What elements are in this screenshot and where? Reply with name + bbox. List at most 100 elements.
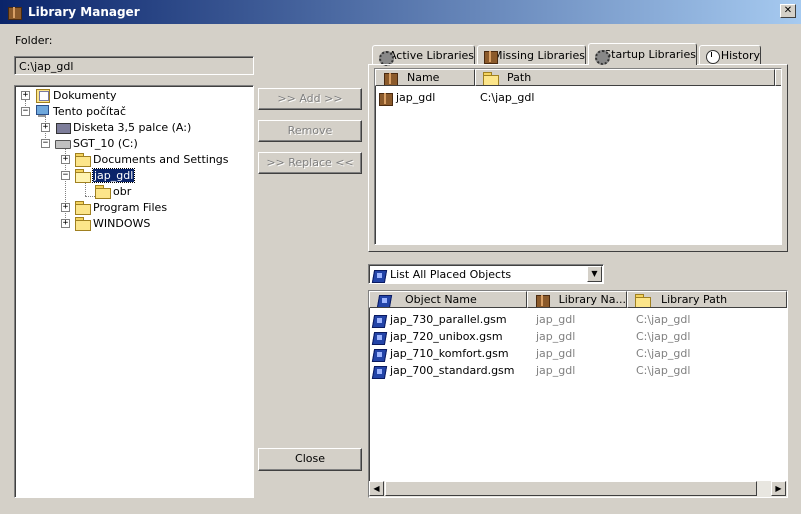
tree-item-computer[interactable]: − Tento počítač [21,103,126,119]
gear-icon [377,49,394,66]
computer-icon [34,104,50,118]
libraries-list[interactable]: Name Path jap_gdl C:\jap_gdl [374,68,782,245]
folder-icon [74,152,91,167]
folder-field[interactable]: C:\jap_gdl [14,56,254,75]
remove-button[interactable]: Remove [258,120,362,142]
expand-icon[interactable]: + [61,218,70,228]
gear-icon [593,48,611,65]
tree-item-documents-settings[interactable]: + Documents and Settings [61,151,229,167]
chevron-down-icon[interactable]: ▼ [587,266,602,282]
header-label: Path [507,71,532,84]
tab-label: Missing Libraries [492,49,585,62]
object-icon [376,293,392,307]
add-button[interactable]: >> Add >> [258,88,362,110]
object-name: jap_730_parallel.gsm [390,313,507,326]
folder-icon [94,184,111,199]
header-label: Object Name [405,293,477,306]
object-icon [371,364,387,378]
tab-startup-libraries[interactable]: Startup Libraries [588,43,697,65]
column-header-path[interactable]: Path [475,69,775,86]
tree-item-label: obr [113,184,132,198]
library-name: jap_gdl [396,91,436,104]
tree-item-windows[interactable]: + WINDOWS [61,215,150,231]
object-icon [371,330,387,344]
object-filter-select[interactable]: List All Placed Objects ▼ [368,264,604,284]
window-title: Library Manager [28,5,140,19]
header-label: Name [407,71,440,84]
expand-icon[interactable]: + [21,90,30,100]
collapse-icon[interactable]: − [21,106,30,116]
header-label: Library Path [661,293,728,306]
tree-item-dokumenty[interactable]: + Dokumenty [21,87,116,103]
object-icon [371,347,387,361]
app-icon [6,5,22,20]
tree-item-obr[interactable]: obr [94,183,131,199]
object-library: jap_gdl [536,347,576,360]
folder-icon [74,200,91,215]
object-row[interactable]: jap_700_standard.gsm jap_gdl C:\jap_gdl [371,362,690,379]
object-row[interactable]: jap_720_unibox.gsm jap_gdl C:\jap_gdl [371,328,690,345]
library-box-icon [377,91,393,106]
object-row[interactable]: jap_730_parallel.gsm jap_gdl C:\jap_gdl [371,311,690,328]
folder-icon [74,216,91,231]
expand-icon[interactable]: + [41,122,50,132]
tab-history[interactable]: History [699,45,761,65]
objects-list[interactable]: Object Name Library Na... Library Path j… [368,290,788,498]
close-button[interactable]: Close [258,448,362,471]
column-header-name[interactable]: Name [375,69,475,86]
tree-item-drive-c[interactable]: − SGT_10 (C:) [41,135,138,151]
library-box-icon [534,293,550,307]
tab-missing-libraries[interactable]: Missing Libraries [477,45,586,65]
tree-item-label: SGT_10 (C:) [73,136,138,150]
clock-icon [704,49,720,64]
column-header-spacer [775,69,781,86]
expand-icon[interactable]: + [61,154,70,164]
selected-option: List All Placed Objects [390,268,512,281]
column-header-library-name[interactable]: Library Na... [527,291,627,308]
open-folder-icon [74,168,91,183]
tab-active-libraries[interactable]: Active Libraries [372,45,475,66]
library-row[interactable]: jap_gdl C:\jap_gdl [377,89,777,106]
object-icon [371,313,387,327]
scroll-right-icon[interactable]: ▶ [771,481,786,496]
tree-item-label-selected: jap_gdl [91,167,136,183]
collapse-icon[interactable]: − [41,138,50,148]
object-path: C:\jap_gdl [636,330,691,343]
tab-label: History [720,49,760,62]
object-path: C:\jap_gdl [636,313,691,326]
object-row[interactable]: jap_710_komfort.gsm jap_gdl C:\jap_gdl [371,345,690,362]
tree-item-jap-gdl[interactable]: − jap_gdl [61,167,136,183]
object-path: C:\jap_gdl [636,347,691,360]
object-library: jap_gdl [536,330,576,343]
hard-drive-icon [54,136,71,150]
object-icon [371,268,387,282]
scroll-thumb[interactable] [385,481,757,496]
title-bar: Library Manager ✕ [0,0,801,24]
collapse-icon[interactable]: − [61,170,70,180]
tree-item-floppy[interactable]: + Disketa 3,5 palce (A:) [41,119,191,135]
close-window-button[interactable]: ✕ [780,4,796,18]
documents-folder-icon [34,88,50,103]
object-name: jap_710_komfort.gsm [390,347,509,360]
tree-item-label: WINDOWS [93,216,151,230]
floppy-drive-icon [54,120,71,134]
expand-icon[interactable]: + [61,202,70,212]
folder-label: Folder: [15,34,53,47]
tree-item-label: Dokumenty [53,88,117,102]
tree-item-label: Tento počítač [53,104,127,118]
object-path: C:\jap_gdl [636,364,691,377]
column-header-object-name[interactable]: Object Name [369,291,527,308]
column-header-library-path[interactable]: Library Path [627,291,787,308]
tree-item-program-files[interactable]: + Program Files [61,199,167,215]
tree-item-label: Disketa 3,5 palce (A:) [73,120,192,134]
horizontal-scrollbar[interactable]: ◀ ▶ [369,481,787,497]
folder-tree[interactable]: + Dokumenty − Tento počítač + Disketa 3,… [14,85,254,498]
object-name: jap_720_unibox.gsm [390,330,503,343]
object-library: jap_gdl [536,364,576,377]
scroll-left-icon[interactable]: ◀ [369,481,384,496]
tree-item-label: Program Files [93,200,168,214]
library-box-icon [482,49,498,64]
tab-label: Startup Libraries [604,48,696,61]
folder-icon [634,293,651,307]
replace-button[interactable]: >> Replace << [258,152,362,174]
